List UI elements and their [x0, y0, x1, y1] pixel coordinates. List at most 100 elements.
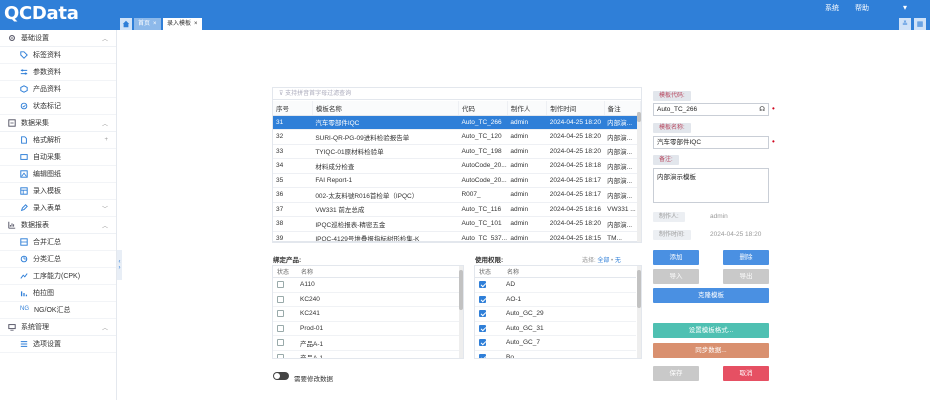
column-header-code[interactable]: 代码 [458, 101, 508, 116]
sidebar-item-ngok[interactable]: NG NG/OK汇总 [0, 302, 116, 319]
grid-scrollbar[interactable] [637, 112, 641, 242]
list-item[interactable]: AO-1 [475, 293, 636, 307]
delete-button[interactable]: 删除 [723, 250, 769, 265]
list-item[interactable]: Auto_GC_7 [475, 336, 636, 351]
nav-more-icon[interactable]: ▾ [903, 3, 907, 12]
column-header-time[interactable]: 制作时间 [546, 101, 605, 116]
list-item[interactable]: Auto_GC_29 [475, 307, 636, 322]
sidebar-item-options[interactable]: 选项设置 [0, 336, 116, 353]
table-row[interactable]: 36 002-太友料號R016首检单（IPQC） R007_ admin 2024-04… [273, 187, 641, 203]
sidebar-item-template[interactable]: 录入模板 [0, 183, 116, 200]
tab-template[interactable]: 录入模板 × [163, 18, 202, 30]
column-header-remark[interactable]: 备注 [604, 101, 641, 116]
scrollbar-thumb[interactable] [459, 270, 463, 310]
list-item[interactable]: KC240 [273, 293, 459, 307]
list-item[interactable]: AD [475, 278, 636, 293]
checkbox[interactable] [479, 281, 486, 289]
sidebar-item-merge[interactable]: 合并汇总 [0, 234, 116, 251]
column-header-name[interactable]: 模板名称 [312, 101, 459, 116]
table-cell: 内部演... [604, 158, 641, 174]
save-button[interactable]: 保存 [653, 366, 699, 381]
list-item[interactable]: Auto_GC_31 [475, 322, 636, 336]
list-item[interactable]: Prod-01 [273, 322, 459, 336]
scrollbar-thumb[interactable] [637, 270, 641, 308]
list-item[interactable]: 产品A-1 [273, 351, 459, 358]
clone-template-button[interactable]: 克隆模板 [653, 288, 769, 303]
plus-icon[interactable]: + [104, 137, 108, 143]
table-row[interactable]: 38 IPQC巡检报表-精密五金 Auto_TC_101 admin 2024-04-2… [273, 216, 641, 232]
checkbox[interactable] [479, 324, 486, 332]
checkbox[interactable] [479, 339, 486, 347]
search-input[interactable]: ⊽ 支持拼音首字母过滤查询 [273, 88, 641, 100]
sidebar-item-params[interactable]: 参数资料 [0, 64, 116, 81]
close-icon[interactable]: × [153, 18, 157, 30]
checkbox[interactable] [479, 310, 486, 318]
products-scrollbar[interactable] [459, 266, 463, 358]
cancel-button[interactable]: 取消 [723, 366, 769, 381]
checkbox[interactable] [277, 324, 284, 332]
chevron-down-icon[interactable]: ﹀ [102, 204, 108, 213]
table-row[interactable]: 35 FAI Report-1 AutoCode_20... admin 2024-04… [273, 173, 641, 188]
remark-field[interactable]: 内部演示模板 [653, 168, 769, 203]
sidebar-item-form[interactable]: 录入表单 ﹀ [0, 200, 116, 217]
nav-help[interactable]: 帮助 [855, 3, 869, 13]
table-row[interactable]: 34 材料成分检查 AutoCode_20... admin 2024-04-25 18… [273, 158, 641, 174]
permissions-scrollbar[interactable] [637, 266, 641, 358]
column-header-maker[interactable]: 制作人 [507, 101, 548, 116]
sidebar-item-products[interactable]: 产品资料 [0, 81, 116, 98]
table-row[interactable]: 39 IPQC-4129号堆叠报指标树形检集-K Auto_TC_537... adm… [273, 231, 641, 241]
code-field[interactable]: Auto_TC_266 ☊ [653, 103, 769, 116]
checkbox[interactable] [277, 310, 284, 318]
list-item[interactable]: 产品A-1 [273, 336, 459, 351]
select-all-link[interactable]: 全部 [597, 258, 609, 264]
checkbox[interactable] [479, 353, 486, 358]
sidebar-toggle[interactable]: ‹ › [117, 250, 122, 280]
sidebar-item-auto[interactable]: 自动采集 [0, 149, 116, 166]
nav-system[interactable]: 系统 [825, 3, 839, 13]
table-row[interactable]: 32 SURI-QR-PG-09进料检验报告单 Auto_TC_120 admin 20… [273, 129, 641, 145]
table-row[interactable]: 37 VW331 前左总成 Auto_TC_116 admin 2024-04-25 1… [273, 202, 641, 217]
home-tab[interactable] [120, 18, 132, 30]
sidebar-group-collect[interactable]: 数据采集 ︿ [0, 115, 116, 132]
sidebar-item-status[interactable]: 状态标记 [0, 98, 116, 115]
template-format-button[interactable]: 设置模板格式... [653, 323, 769, 338]
table-cell: admin [507, 231, 547, 241]
drawing-icon [20, 170, 28, 178]
modify-data-toggle[interactable] [273, 372, 289, 380]
checkbox[interactable] [277, 281, 284, 289]
grid-menu-icon[interactable]: ▦ [914, 18, 926, 30]
required-mark: • [772, 104, 775, 113]
headset-icon[interactable]: ☊ [759, 104, 765, 115]
table-row[interactable]: 31 汽车零部件IQC Auto_TC_266 admin 2024-04-25 18:… [273, 115, 641, 130]
checkbox[interactable] [479, 295, 486, 303]
sidebar-item-cpk[interactable]: 工序能力(CPK) [0, 268, 116, 285]
scrollbar-thumb[interactable] [637, 112, 641, 122]
import-button[interactable]: 导入 [653, 269, 699, 284]
sync-data-button[interactable]: 同步数据... [653, 343, 769, 358]
sidebar-item-parse[interactable]: 格式解析 + [0, 132, 116, 149]
select-none-link[interactable]: 无 [615, 258, 621, 264]
sidebar-item-labels[interactable]: 标签资料 [0, 47, 116, 64]
tab-home[interactable]: 首页 × [134, 18, 161, 30]
close-icon[interactable]: × [194, 18, 198, 30]
checkbox[interactable] [277, 353, 284, 358]
sidebar-item-classify[interactable]: 分类汇总 [0, 251, 116, 268]
list-item[interactable]: A110 [273, 278, 459, 293]
checkbox[interactable] [277, 295, 284, 303]
name-field[interactable]: 汽车零部件IQC [653, 136, 769, 149]
export-button[interactable]: 导出 [723, 269, 769, 284]
sidebar-group-report[interactable]: 数据报表 ︿ [0, 217, 116, 234]
column-header-index[interactable]: 序号 [273, 101, 313, 116]
sidebar-item-pareto[interactable]: 柏拉图 [0, 285, 116, 302]
checkbox[interactable] [277, 339, 284, 347]
sidebar-group-basic[interactable]: 基础设置 ︿ [0, 30, 116, 47]
collapse-tabs-icon[interactable]: ≚ [899, 18, 911, 30]
products-header: 状态 名称 [273, 266, 459, 278]
list-item[interactable]: Bo [475, 351, 636, 358]
table-cell: 内部演... [604, 216, 641, 232]
sidebar-item-drawing[interactable]: 编辑图纸 [0, 166, 116, 183]
list-item[interactable]: KC241 [273, 307, 459, 322]
sidebar-group-system[interactable]: 系统管理 ︿ [0, 319, 116, 336]
table-row[interactable]: 33 TYIQC-01原材料检验单 Auto_TC_198 admin 2024-04-… [273, 144, 641, 159]
add-button[interactable]: 添加 [653, 250, 699, 265]
